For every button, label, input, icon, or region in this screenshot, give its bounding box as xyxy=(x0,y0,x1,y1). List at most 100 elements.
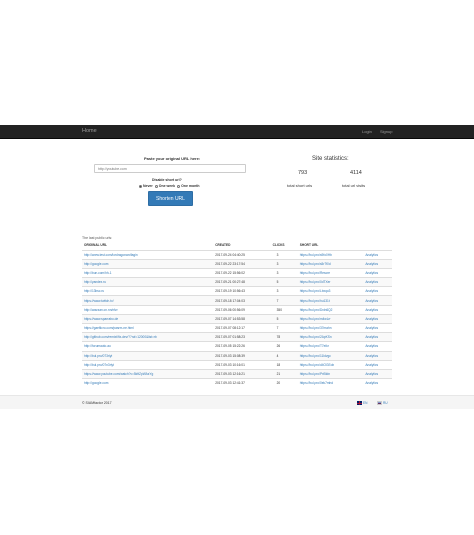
created-cell: 2017-09-18 17:04:03 xyxy=(213,295,271,306)
clicks-cell: 3 xyxy=(270,258,298,269)
url-input[interactable] xyxy=(94,164,246,173)
uk-flag-icon xyxy=(357,401,362,405)
analytics-link[interactable]: Analytics xyxy=(363,249,392,260)
russia-flag-icon xyxy=(377,401,382,405)
original-url-cell[interactable]: https://www.sparrabo.de xyxy=(82,313,214,324)
table-row: http://bun.com/hh-1 2017-09-22 15:56:02 3 h… xyxy=(82,267,392,278)
header-short-url: SHORT URL xyxy=(297,241,364,251)
radio-never-indicator[interactable] xyxy=(139,184,142,188)
analytics-link[interactable]: Analytics xyxy=(363,350,392,361)
paste-url-label: Paste your original URL here: xyxy=(144,156,201,161)
table-row: http://github.com/remixt/fix-dev/??n#=12… xyxy=(82,332,392,342)
radio-one-month[interactable]: One month xyxy=(177,184,200,188)
original-url-cell[interactable]: http://bul.pro/07n3rlyt xyxy=(82,359,214,370)
short-url-cell[interactable]: https://bul.pro/Lbxqo3 xyxy=(297,286,364,296)
home-link[interactable]: Home xyxy=(82,128,97,134)
short-url-cell[interactable]: https://bul.pro/0dTXer xyxy=(297,277,364,287)
clicks-cell: 7 xyxy=(270,322,298,333)
analytics-link[interactable]: Analytics xyxy=(363,332,392,342)
analytics-link[interactable]: Analytics xyxy=(363,313,392,324)
radio-one-week[interactable]: One week xyxy=(154,184,176,188)
created-cell: 2017-09-03 15:08:39 xyxy=(213,350,271,361)
radio-one-month-indicator[interactable] xyxy=(177,184,181,188)
original-url-cell[interactable]: http://bul.pro/073rlyt xyxy=(82,350,214,361)
header-created: CREATED xyxy=(213,241,271,251)
original-url-cell[interactable]: https://gaelticro.com/pasrm-ne.html xyxy=(82,322,214,333)
login-link[interactable]: Login xyxy=(362,129,372,134)
radio-never-label: Never xyxy=(143,184,153,188)
original-url-cell[interactable]: http://github.com/remixt/fix-dev/??n#=12… xyxy=(82,332,214,342)
analytics-link[interactable]: Analytics xyxy=(363,258,392,269)
original-url-cell[interactable]: https://www.twitch.tv/ xyxy=(82,295,214,306)
original-url-cell[interactable]: http://forumauto.au xyxy=(82,341,214,352)
original-url-cell[interactable]: http://wazzan.cn.nn/nfzr xyxy=(82,304,214,315)
created-cell: 2017-09-05 15:22:26 xyxy=(213,341,271,352)
created-cell: 2017-09-07 01:58:23 xyxy=(213,332,271,342)
original-url-cell[interactable]: http://bun.com/hh-1 xyxy=(82,267,214,278)
short-url-cell[interactable]: https://bul.pro/hu131t xyxy=(297,295,364,306)
analytics-link[interactable]: Analytics xyxy=(363,368,392,379)
last-urls-caption: The last public urls: xyxy=(82,236,113,240)
clicks-cell: 3 xyxy=(270,267,298,278)
radio-one-week-label: One week xyxy=(158,184,176,188)
table-row: http://google.com 2017-09-03 12:41:37 20 ht… xyxy=(82,378,392,388)
short-url-cell[interactable]: https://bul.pro/Prt5ldn xyxy=(297,368,364,379)
short-url-cell[interactable]: https://bul.pro/s5r7f0d xyxy=(297,258,364,269)
analytics-link[interactable]: Analytics xyxy=(363,341,392,352)
lang-en-link[interactable]: EN xyxy=(357,401,367,405)
clicks-cell: 3 xyxy=(270,249,298,260)
clicks-cell: 21 xyxy=(270,368,298,379)
clicks-cell: 5 xyxy=(270,277,298,287)
analytics-link[interactable]: Analytics xyxy=(363,295,392,306)
clicks-cell: 26 xyxy=(270,341,298,352)
original-url-cell[interactable]: http://google.com xyxy=(82,258,214,269)
shorten-url-button[interactable]: Shorten URL xyxy=(148,191,193,206)
signup-link[interactable]: Signup xyxy=(380,129,392,134)
original-url-cell[interactable]: http://13bsc.ru xyxy=(82,286,214,296)
original-url-cell[interactable]: http://yandex.ru xyxy=(82,277,214,287)
short-url-cell[interactable]: https://bul.pro/11Idvgc xyxy=(297,350,364,361)
analytics-link[interactable]: Analytics xyxy=(363,277,392,287)
copyright-text: © SIAMfactor 2017 xyxy=(82,401,112,405)
short-url-cell[interactable]: https://bul.pro/m4wLrr xyxy=(297,313,364,324)
short-url-cell[interactable]: https://bul.pro/0ek7mhd xyxy=(297,378,364,388)
created-cell: 2017-09-03 12:41:37 xyxy=(213,378,271,388)
short-url-cell[interactable]: https://bul.pro/s9fo0Hb xyxy=(297,249,364,260)
disable-url-label: Disable short url? xyxy=(152,178,182,182)
urls-table: ORIGINAL URL CREATED CLICKS SHORT URL ht… xyxy=(82,241,392,388)
radio-never[interactable]: Never xyxy=(139,184,153,188)
short-url-cell[interactable]: https://bul.pro/T7eikr xyxy=(297,341,364,352)
clicks-cell: 3 xyxy=(270,286,298,296)
clicks-cell: 20 xyxy=(270,378,298,388)
table-row: http://bul.pro/073rlyt 2017-09-03 15:08:3… xyxy=(82,350,392,361)
radio-one-week-indicator[interactable] xyxy=(154,184,158,188)
total-short-urls-value: 793 xyxy=(298,170,308,176)
total-url-visits-caption: total url visits xyxy=(342,183,366,188)
original-url-cell[interactable]: http://google.com xyxy=(82,378,214,388)
short-url-cell[interactable]: https://bul.pro/2ApKSn xyxy=(297,332,364,342)
table-row: https://gaelticro.com/pasrm-ne.html 2017-… xyxy=(82,322,392,333)
analytics-link[interactable]: Analytics xyxy=(363,322,392,333)
created-cell: 2017-09-07 08:12:17 xyxy=(213,322,271,333)
analytics-link[interactable]: Analytics xyxy=(363,286,392,296)
short-url-cell[interactable]: https://bul.pro/37mahn xyxy=(297,322,364,333)
analytics-link[interactable]: Analytics xyxy=(363,267,392,278)
created-cell: 2017-09-24 04:40:25 xyxy=(213,249,271,260)
short-url-cell[interactable]: https://bul.pro/d4OGEob xyxy=(297,359,364,370)
total-short-urls-caption: total short urls xyxy=(287,183,313,188)
lang-ru-link[interactable]: RU xyxy=(377,401,388,405)
original-url-cell[interactable]: http://www.test.com/lordragonwolfagin xyxy=(82,249,214,260)
statistics-title: Site statistics: xyxy=(312,156,349,162)
created-cell: 2017-09-22 23:17:54 xyxy=(213,258,271,269)
analytics-link[interactable]: Analytics xyxy=(363,304,392,315)
header-original-url: ORIGINAL URL xyxy=(82,241,214,251)
disable-radio-group: Never One week One month xyxy=(139,184,200,188)
original-url-cell[interactable]: https://www.youtube.com/watch?v=5kftZpWA… xyxy=(82,368,214,379)
analytics-link[interactable]: Analytics xyxy=(363,378,392,388)
analytics-link[interactable]: Analytics xyxy=(363,359,392,370)
short-url-cell[interactable]: https://bul.pro/Rescre xyxy=(297,267,364,278)
table-row: http://bul.pro/07n3rlyt 2017-09-03 10:16:… xyxy=(82,359,392,370)
clicks-cell: 18 xyxy=(270,359,298,370)
short-url-cell[interactable]: https://bul.pro/Dxln6Q2 xyxy=(297,304,364,315)
table-row: http://www.test.com/lordragonwolfagin 201… xyxy=(82,249,392,260)
